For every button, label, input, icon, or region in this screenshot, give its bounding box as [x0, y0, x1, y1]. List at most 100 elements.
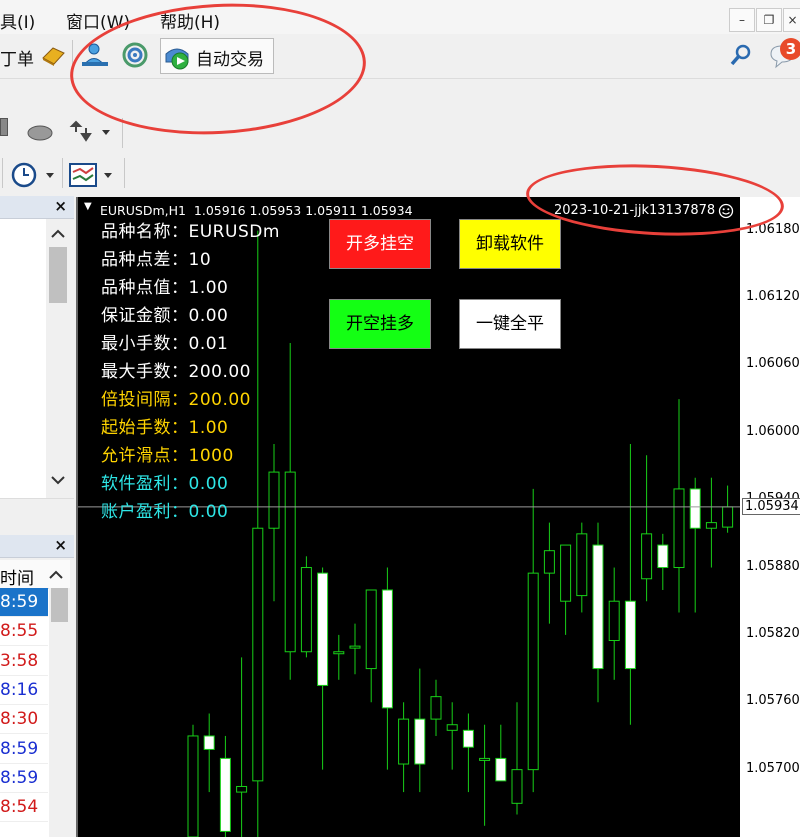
scroll-up-icon[interactable] — [48, 568, 64, 580]
info-line: 品种名称：EURUSDm — [101, 222, 280, 242]
rectangle-tool-icon[interactable] — [0, 118, 8, 136]
navigator-panel-header: × — [0, 196, 74, 219]
navigator-tree[interactable] — [0, 219, 47, 498]
candle-body — [560, 544, 572, 602]
price-tick-label: 1.06060 — [746, 356, 800, 372]
close-market-watch-button[interactable]: × — [54, 536, 67, 554]
open-short-button[interactable]: 开空挂多 — [329, 299, 431, 349]
close-navigator-button[interactable]: × — [54, 197, 67, 215]
info-line: 品种点值：1.00 — [101, 278, 229, 298]
market-watch-header: × — [0, 535, 74, 558]
candle-body — [657, 544, 669, 569]
notification-badge: 3 — [780, 38, 800, 60]
time-row[interactable]: 8:54 — [0, 793, 48, 823]
ellipse-tool-icon[interactable] — [26, 122, 56, 144]
price-axis[interactable]: 1.061801.061201.060601.060001.059401.058… — [740, 197, 800, 837]
price-tick-label: 1.05820 — [746, 625, 800, 641]
search-icon[interactable] — [729, 42, 755, 68]
candle-body — [608, 600, 620, 642]
price-tick-label: 1.05700 — [746, 760, 800, 776]
candle-body — [414, 718, 426, 765]
market-watch-list: 时间 8:59 8:55 3:58 8:16 8:30 8:59 8:59 8:54 — [0, 560, 70, 837]
candle-body — [511, 769, 523, 804]
price-tick-label: 1.05760 — [746, 693, 800, 709]
candle-body — [268, 471, 280, 529]
candle-body — [381, 589, 393, 709]
close-window-button[interactable]: × — [783, 8, 800, 32]
scroll-thumb[interactable] — [49, 247, 67, 303]
candle-body — [689, 488, 701, 529]
info-line: 允许滑点：1000 — [101, 446, 234, 466]
history-center-icon[interactable] — [40, 43, 66, 67]
candle-body — [495, 757, 507, 782]
candle-body — [219, 757, 231, 832]
candle-body — [624, 600, 636, 670]
restore-button[interactable]: ❐ — [756, 8, 782, 32]
time-row[interactable]: 8:59 — [0, 734, 48, 764]
open-long-button[interactable]: 开多挂空 — [329, 219, 431, 269]
candle-body — [446, 724, 458, 731]
candle-body — [252, 527, 264, 782]
time-row[interactable]: 8:59 — [0, 588, 48, 617]
candle-body — [705, 522, 717, 529]
info-line: 软件盈利：0.00 — [101, 474, 229, 494]
candle-body — [576, 533, 588, 597]
uninstall-button[interactable]: 卸载软件 — [459, 219, 561, 269]
candle-body — [317, 572, 329, 686]
toolbar-separator — [124, 158, 125, 188]
info-line: 最大手数：200.00 — [101, 362, 251, 382]
price-tick-label: 1.05880 — [746, 558, 800, 574]
time-row[interactable]: 3:58 — [0, 646, 48, 676]
minimize-button[interactable]: – — [729, 8, 755, 32]
time-row[interactable]: 8:55 — [0, 617, 48, 647]
navigator-footer — [0, 498, 74, 535]
candle-body — [641, 533, 653, 580]
timeframes-clock-icon[interactable] — [10, 160, 62, 190]
toolbar-separator — [62, 158, 63, 188]
candle-body — [284, 471, 296, 653]
chart-border — [76, 197, 78, 837]
candle-body — [430, 696, 442, 720]
time-row[interactable]: 8:16 — [0, 675, 48, 705]
candle-body — [203, 735, 215, 750]
scroll-thumb[interactable] — [51, 588, 68, 622]
candle-body — [398, 718, 410, 765]
chart-menu-triangle-icon[interactable]: ▼ — [84, 201, 92, 212]
info-line: 账户盈利：0.00 — [101, 502, 229, 522]
candle-body — [673, 488, 685, 569]
menu-tools[interactable]: 具(I) — [0, 8, 35, 33]
candle-body — [543, 550, 555, 574]
candle-body — [722, 506, 734, 528]
time-header-label: 时间 — [0, 569, 34, 589]
current-price-label: 1.05934 — [742, 497, 800, 515]
info-line: 保证金额：0.00 — [101, 306, 229, 326]
candle-body — [333, 651, 345, 655]
candle-body — [236, 785, 248, 793]
info-line: 起始手数：1.00 — [101, 418, 229, 438]
candle-body — [187, 735, 199, 837]
candle-body — [365, 589, 377, 670]
candle-body — [527, 572, 539, 771]
time-row[interactable]: 8:30 — [0, 705, 48, 735]
new-order-button[interactable]: 丁单 — [0, 45, 34, 70]
navigator-scrollbar[interactable] — [46, 219, 70, 498]
market-watch-scrollbar[interactable] — [49, 588, 70, 837]
info-line: 品种点差：10 — [101, 250, 212, 270]
candle-body — [479, 757, 491, 761]
templates-icon[interactable] — [68, 160, 120, 190]
scroll-down-icon[interactable] — [50, 475, 66, 487]
arrows-tool-icon[interactable] — [68, 120, 112, 146]
candle-body — [462, 729, 474, 748]
time-column-header[interactable]: 时间 — [0, 560, 70, 589]
price-tick-label: 1.06120 — [746, 289, 800, 305]
price-tick-label: 1.06000 — [746, 423, 800, 439]
price-chart[interactable]: ▼ EURUSDm,H1 1.05916 1.05953 1.05911 1.0… — [78, 197, 740, 837]
close-all-button[interactable]: 一键全平 — [459, 299, 561, 349]
info-line: 倍投间隔：200.00 — [101, 390, 251, 410]
candle-body — [592, 544, 604, 670]
time-row[interactable]: 8:59 — [0, 763, 48, 793]
chart-header: EURUSDm,H1 1.05916 1.05953 1.05911 1.059… — [100, 203, 413, 218]
info-line: 最小手数：0.01 — [101, 334, 229, 354]
scroll-up-icon[interactable] — [50, 227, 66, 239]
candle-body — [349, 645, 361, 649]
